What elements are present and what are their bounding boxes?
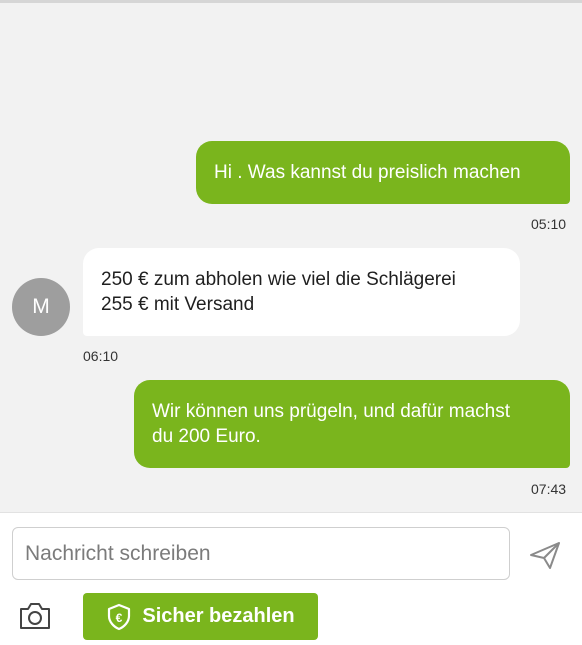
message-timestamp: 06:10	[83, 348, 119, 364]
message-bubble-incoming[interactable]: 250 € zum abholen wie viel die Schlägere…	[83, 248, 520, 336]
chat-thread[interactable]: Hi . Was kannst du preislich machen 05:1…	[0, 0, 582, 512]
message-timestamp: 05:10	[531, 216, 567, 232]
svg-text:€: €	[116, 611, 123, 625]
message-text: 250 € zum abholen wie viel die Schlägere…	[101, 269, 456, 290]
message-text: Wir können uns prügeln, und dafür machst	[152, 401, 511, 422]
message-composer: € Sicher bezahlen	[0, 512, 582, 645]
secure-pay-label: Sicher bezahlen	[142, 605, 295, 627]
euro-shield-icon: €	[108, 603, 131, 630]
message-bubble-outgoing[interactable]: Hi . Was kannst du preislich machen	[196, 141, 570, 204]
message-text: 255 € mit Versand	[101, 294, 255, 315]
message-bubble-outgoing[interactable]: Wir können uns prügeln, und dafür machst…	[134, 380, 570, 468]
message-input[interactable]	[12, 527, 510, 580]
avatar[interactable]: M	[12, 278, 70, 336]
message-text: du 200 Euro.	[152, 426, 261, 447]
send-icon[interactable]	[528, 539, 562, 571]
message-timestamp: 07:43	[531, 481, 567, 497]
camera-icon[interactable]	[18, 601, 52, 631]
message-text: Hi . Was kannst du preislich machen	[214, 162, 521, 183]
secure-pay-button[interactable]: € Sicher bezahlen	[83, 593, 318, 640]
